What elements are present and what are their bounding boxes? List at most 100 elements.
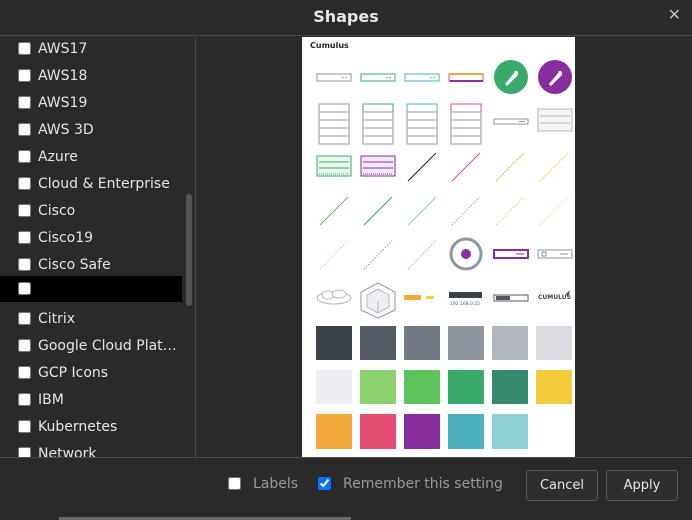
connector-red-dotted-line	[451, 196, 481, 226]
library-item-selected[interactable]	[0, 276, 182, 302]
preview-pane: Cumulus 192.168.0.22 CUMULUS	[197, 37, 692, 457]
swatch-5	[492, 326, 528, 360]
svg-text:CUMULUS: CUMULUS	[538, 294, 571, 301]
swatch-14	[360, 414, 396, 449]
dialog-footer: Labels Remember this setting Cancel Appl…	[0, 457, 692, 520]
library-checkbox[interactable]	[18, 258, 31, 271]
library-item[interactable]: Google Cloud Plat…	[0, 335, 182, 362]
library-item[interactable]: Network	[0, 443, 182, 457]
library-item[interactable]: Kubernetes	[0, 416, 182, 443]
swatch-7	[316, 370, 352, 404]
connector-red-line	[451, 152, 481, 182]
rocket-purple-circle-icon	[538, 60, 572, 94]
swatch-9	[404, 370, 440, 404]
library-label: Google Cloud Plat…	[38, 338, 177, 354]
rack-gray-icon	[537, 108, 573, 132]
library-label: IBM	[38, 392, 64, 408]
library-item[interactable]: AWS19	[0, 92, 182, 119]
connector-teal-dotted-line	[407, 240, 437, 270]
library-label: Azure	[38, 149, 78, 165]
target-ring-icon	[449, 237, 483, 271]
cloud-icon	[316, 289, 352, 305]
cancel-button[interactable]: Cancel	[526, 470, 598, 501]
blade-1u-icon	[493, 118, 529, 125]
swatch-2	[360, 326, 396, 360]
chassis-gray-icon	[318, 103, 350, 145]
switch-1u-gray-icon	[316, 73, 352, 82]
library-item[interactable]: Cloud & Enterprise	[0, 173, 182, 200]
switch-1u-multicolor-icon	[448, 73, 484, 82]
labels-checkbox[interactable]	[228, 477, 241, 490]
connector-lightgreen-dotted-line	[319, 240, 349, 270]
switch-label-icon	[493, 294, 529, 302]
library-item[interactable]: AWS18	[0, 65, 182, 92]
rocket-green-circle-icon	[494, 60, 528, 94]
connector-yellow-line	[539, 152, 569, 182]
svg-text:192.168.0.22: 192.168.0.22	[450, 301, 480, 307]
library-list[interactable]: AWS17 AWS18 AWS19 AWS 3D Azure Cloud & E…	[0, 37, 196, 457]
switch-purple-icon	[493, 249, 529, 259]
library-label: AWS17	[38, 41, 88, 57]
swatch-15	[404, 414, 440, 449]
library-item[interactable]: IBM	[0, 389, 182, 416]
library-checkbox[interactable]	[18, 282, 31, 295]
swatch-16	[448, 414, 484, 449]
apply-button[interactable]: Apply	[606, 470, 678, 501]
library-checkbox[interactable]	[18, 231, 31, 244]
library-item[interactable]: GCP Icons	[0, 362, 182, 389]
library-item[interactable]: Azure	[0, 146, 182, 173]
library-item[interactable]: AWS 3D	[0, 119, 182, 146]
remember-checkbox-label: Remember this setting	[343, 476, 503, 492]
library-label: Citrix	[38, 311, 76, 327]
remember-option[interactable]: Remember this setting	[318, 476, 508, 492]
library-checkbox[interactable]	[18, 312, 31, 325]
dialog-titlebar: Shapes ✕	[0, 0, 692, 36]
connector-orange-dotted-line	[495, 196, 525, 226]
library-checkbox[interactable]	[18, 447, 31, 457]
labels-option[interactable]: Labels	[228, 476, 318, 492]
close-icon[interactable]: ✕	[668, 5, 681, 24]
library-checkbox[interactable]	[18, 177, 31, 190]
switch-1u-teal-icon	[404, 73, 440, 82]
host-label-icon	[404, 295, 434, 300]
connector-black-line	[407, 152, 437, 182]
library-checkbox[interactable]	[18, 69, 31, 82]
library-checkbox[interactable]	[18, 96, 31, 109]
library-label: Cisco19	[38, 230, 94, 246]
library-checkbox[interactable]	[18, 123, 31, 136]
shapes-dialog: Shapes ✕ AWS17 AWS18 AWS19 AWS 3D Azure …	[0, 0, 692, 520]
preview-shapes: 192.168.0.22 CUMULUS	[316, 60, 573, 449]
swatch-11	[492, 370, 528, 404]
library-label: GCP Icons	[38, 365, 109, 381]
library-item[interactable]: Citrix	[0, 308, 182, 335]
library-list-scrollbar[interactable]	[186, 194, 192, 306]
chassis-multicolor-icon	[450, 103, 482, 145]
swatch-13	[316, 414, 352, 449]
library-item[interactable]: Cisco	[0, 200, 182, 227]
swatch-17	[492, 414, 528, 449]
swatch-1	[316, 326, 352, 360]
cube-icon	[360, 282, 396, 319]
library-label: Cisco	[38, 203, 76, 219]
library-item[interactable]: AWS17	[0, 38, 182, 65]
remember-checkbox[interactable]	[318, 477, 331, 490]
cumulus-logo-icon: CUMULUS	[538, 290, 571, 301]
chassis-green-icon	[362, 103, 394, 145]
connector-green-line	[319, 196, 349, 226]
library-checkbox[interactable]	[18, 150, 31, 163]
library-checkbox[interactable]	[18, 42, 31, 55]
library-checkbox[interactable]	[18, 393, 31, 406]
library-label: Cisco Safe	[38, 257, 111, 273]
library-checkbox[interactable]	[18, 366, 31, 379]
library-checkbox[interactable]	[18, 204, 31, 217]
library-checkbox[interactable]	[18, 339, 31, 352]
chassis-teal-icon	[406, 103, 438, 145]
swatch-4	[448, 326, 484, 360]
connector-darkgreen-dotted-line	[363, 240, 393, 270]
connector-yellow-dotted-line	[539, 196, 569, 226]
library-item[interactable]: Cisco19	[0, 227, 182, 254]
library-label: Cloud & Enterprise	[38, 176, 170, 192]
dialog-title: Shapes	[313, 7, 379, 26]
library-checkbox[interactable]	[18, 420, 31, 433]
connector-darkgreen-line	[363, 196, 393, 226]
